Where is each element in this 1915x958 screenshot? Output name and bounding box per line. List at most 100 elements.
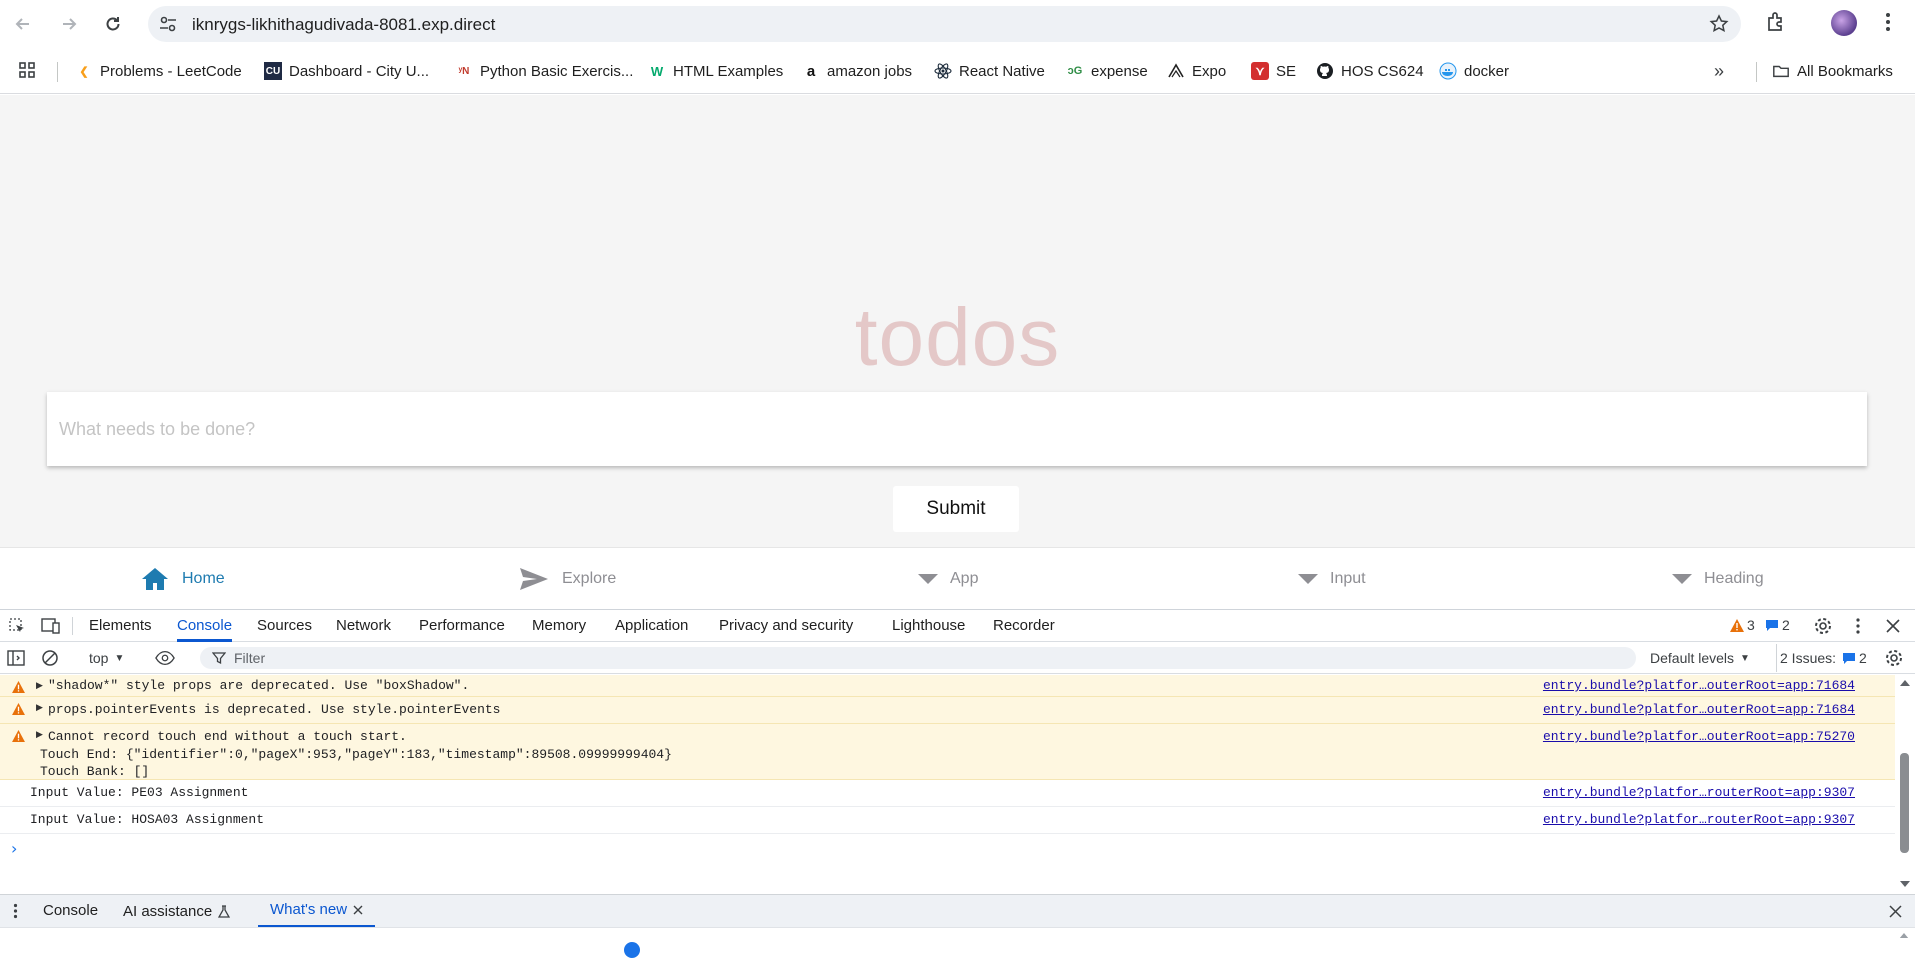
console-settings-gear-icon[interactable] xyxy=(1884,648,1904,668)
devtools-tab-recorder[interactable]: Recorder xyxy=(993,610,1055,642)
bookmark-leetcode[interactable]: ❮ Problems - LeetCode xyxy=(75,59,241,83)
scroll-up-icon[interactable] xyxy=(1899,932,1909,939)
devtools-tab-performance[interactable]: Performance xyxy=(419,610,505,642)
tab-label: Explore xyxy=(562,570,617,587)
message-icon xyxy=(1843,652,1856,664)
all-bookmarks-button[interactable]: All Bookmarks xyxy=(1772,59,1893,83)
close-tab-icon[interactable] xyxy=(353,905,363,915)
devtools-more-icon[interactable] xyxy=(1848,616,1868,636)
bookmark-label: Python Basic Exercis... xyxy=(480,62,634,80)
address-bar[interactable]: iknrygs-likhithagudivada-8081.exp.direct xyxy=(148,6,1741,42)
bookmark-cityu[interactable]: CU Dashboard - City U... xyxy=(264,59,429,83)
device-toolbar-icon[interactable] xyxy=(41,616,61,636)
console-prompt[interactable]: › xyxy=(11,839,17,858)
triangle-down-icon xyxy=(918,573,938,585)
bookmark-amazon-jobs[interactable]: a amazon jobs xyxy=(802,59,912,83)
bookmark-label: amazon jobs xyxy=(827,62,913,80)
log-source-link[interactable]: entry.bundle?platfor…outerRoot=app:71684 xyxy=(1543,702,1855,717)
console-warning-row[interactable]: ▶ props.pointerEvents is deprecated. Use… xyxy=(0,697,1895,724)
live-expression-eye-icon[interactable] xyxy=(155,648,175,668)
bookmark-hos-cs624[interactable]: HOS CS624 xyxy=(1316,59,1424,83)
drawer-content xyxy=(0,927,1915,958)
log-source-link[interactable]: entry.bundle?platfor…routerRoot=app:9307 xyxy=(1543,812,1855,827)
bookmarks-bar: ❮ Problems - LeetCode CU Dashboard - Cit… xyxy=(0,48,1915,94)
app-title: todos xyxy=(854,292,1061,383)
issues-label: 2 Issues: xyxy=(1780,650,1837,666)
back-button[interactable] xyxy=(9,10,37,38)
site-settings-icon[interactable] xyxy=(158,15,178,33)
bookmark-expo[interactable]: Expo xyxy=(1167,59,1226,83)
bookmark-star-icon[interactable] xyxy=(1709,14,1729,34)
devtools-settings-gear-icon[interactable] xyxy=(1813,616,1833,636)
warnings-counter[interactable]: 3 xyxy=(1730,617,1755,633)
devtools-tab-network[interactable]: Network xyxy=(336,610,391,642)
devtools-tab-memory[interactable]: Memory xyxy=(532,610,586,642)
inspect-element-icon[interactable] xyxy=(7,616,27,636)
more-bookmarks-chevron-icon[interactable]: » xyxy=(1714,59,1724,83)
forward-button[interactable] xyxy=(55,10,83,38)
scrollbar-thumb[interactable] xyxy=(1900,753,1909,853)
console-warning-row[interactable]: ▶ Cannot record touch end without a touc… xyxy=(0,724,1895,780)
drawer-tab-ai-assistance[interactable]: AI assistance xyxy=(123,895,231,928)
reload-button[interactable] xyxy=(99,10,127,38)
expand-triangle-icon[interactable]: ▶ xyxy=(36,703,43,713)
console-warning-row[interactable]: ▶ "shadow*" style props are deprecated. … xyxy=(0,675,1895,697)
filter-funnel-icon xyxy=(212,651,226,665)
expand-triangle-icon[interactable]: ▶ xyxy=(36,730,43,740)
app-viewport: todos Submit xyxy=(0,95,1915,547)
messages-counter[interactable]: 2 xyxy=(1765,617,1790,633)
console-scrollbar[interactable] xyxy=(1895,675,1915,893)
arrow-right-icon xyxy=(63,18,77,30)
dropdown-arrow-icon: ▼ xyxy=(1740,652,1750,664)
extensions-icon[interactable] xyxy=(1764,10,1788,34)
github-icon xyxy=(1316,62,1334,80)
devtools-tab-sources[interactable]: Sources xyxy=(257,610,312,642)
tab-app[interactable]: App xyxy=(918,548,978,610)
devtools-panel: Elements Console Sources Network Perform… xyxy=(0,609,1915,958)
drawer-close-icon[interactable] xyxy=(1889,905,1902,918)
tab-input[interactable]: Input xyxy=(1298,548,1366,610)
bookmark-python[interactable]: ʸN Python Basic Exercis... xyxy=(455,59,634,83)
flask-icon xyxy=(218,904,231,918)
drawer-tab-whats-new[interactable]: What's new xyxy=(258,895,376,928)
tab-heading[interactable]: Heading xyxy=(1672,548,1764,610)
issues-button[interactable]: 2 Issues: 2 xyxy=(1780,650,1867,666)
console-log-row[interactable]: Input Value: HOSA03 Assignment entry.bun… xyxy=(0,807,1895,834)
console-filter-input[interactable]: Filter xyxy=(200,647,1636,669)
clear-console-icon[interactable] xyxy=(40,648,60,668)
devtools-tab-console[interactable]: Console xyxy=(177,610,233,642)
drawer-tab-console[interactable]: Console xyxy=(43,895,98,928)
sidebar-toggle-icon[interactable] xyxy=(6,648,26,668)
devtools-tab-privacy[interactable]: Privacy and security xyxy=(719,610,853,642)
log-source-link[interactable]: entry.bundle?platfor…outerRoot=app:71684 xyxy=(1543,678,1855,693)
drawer-menu-icon[interactable] xyxy=(13,903,18,919)
bookmark-docker[interactable]: docker xyxy=(1439,59,1509,83)
url-text[interactable]: iknrygs-likhithagudivada-8081.exp.direct xyxy=(192,15,495,35)
arrow-left-icon xyxy=(15,18,29,30)
bookmark-html-examples[interactable]: W HTML Examples xyxy=(648,59,783,83)
browser-menu-icon[interactable] xyxy=(1882,10,1894,34)
profile-avatar[interactable] xyxy=(1831,10,1857,36)
log-source-link[interactable]: entry.bundle?platfor…routerRoot=app:9307 xyxy=(1543,785,1855,800)
submit-button[interactable]: Submit xyxy=(893,486,1019,532)
devtools-tab-lighthouse[interactable]: Lighthouse xyxy=(892,610,965,642)
context-selector[interactable]: top ▼ xyxy=(89,650,124,666)
tab-home[interactable]: Home xyxy=(140,548,225,610)
devtools-close-icon[interactable] xyxy=(1883,616,1903,636)
folder-icon xyxy=(1772,62,1790,80)
todo-input[interactable] xyxy=(47,392,1867,466)
scroll-up-icon[interactable] xyxy=(1899,679,1911,687)
bookmark-react-native[interactable]: React Native xyxy=(934,59,1045,83)
console-log-row[interactable]: Input Value: PE03 Assignment entry.bundl… xyxy=(0,780,1895,807)
devtools-tab-elements[interactable]: Elements xyxy=(89,610,152,642)
scroll-down-icon[interactable] xyxy=(1899,880,1911,888)
bookmark-se[interactable]: ⋎ SE xyxy=(1251,59,1296,83)
expand-triangle-icon[interactable]: ▶ xyxy=(36,681,43,691)
message-icon xyxy=(1766,619,1778,631)
log-levels-dropdown[interactable]: Default levels ▼ xyxy=(1650,650,1750,666)
tab-explore[interactable]: Explore xyxy=(518,548,616,610)
apps-grid-icon[interactable] xyxy=(18,59,38,83)
bookmark-expense[interactable]: ↄG expense xyxy=(1066,59,1148,83)
devtools-tab-application[interactable]: Application xyxy=(615,610,688,642)
log-source-link[interactable]: entry.bundle?platfor…outerRoot=app:75270 xyxy=(1543,729,1855,744)
